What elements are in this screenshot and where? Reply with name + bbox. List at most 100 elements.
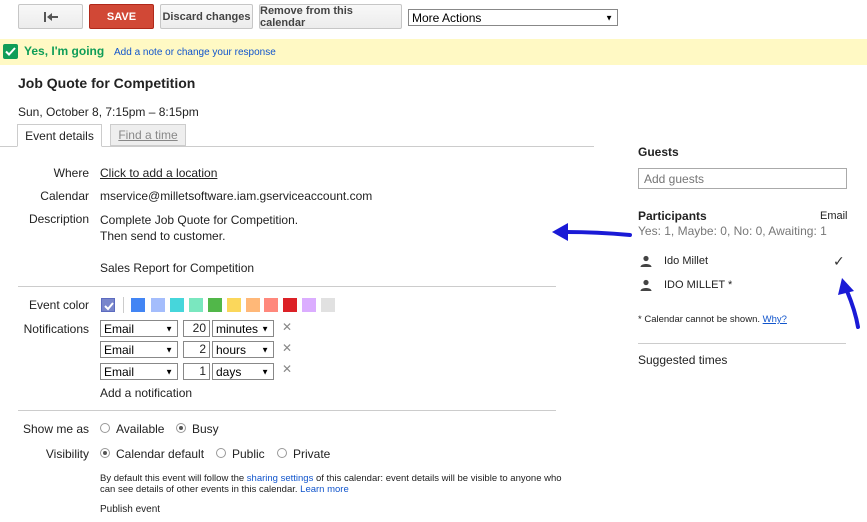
checkbox-checked-icon[interactable] xyxy=(3,44,18,59)
rsvp-status: Yes, I'm going xyxy=(24,44,105,58)
participants-summary: Yes: 1, Maybe: 0, No: 0, Awaiting: 1 xyxy=(638,224,827,238)
notification-3-unit[interactable]: days ▼ xyxy=(212,363,274,380)
participant-name: IDO MILLET * xyxy=(664,279,733,291)
add-notification-link[interactable]: Add a notification xyxy=(100,386,192,400)
description-label: Description xyxy=(28,212,89,226)
dropdown-arrow-icon: ▼ xyxy=(165,345,173,354)
color-swatch[interactable] xyxy=(170,298,184,312)
tab-event-details[interactable]: Event details xyxy=(17,124,102,147)
tab-find-a-time[interactable]: Find a time xyxy=(110,124,186,146)
annotation-arrow-icon xyxy=(552,223,632,241)
calendar-note-text: * Calendar cannot be shown. xyxy=(638,314,760,325)
notification-2-method[interactable]: Email ▼ xyxy=(100,341,178,358)
why-link[interactable]: Why? xyxy=(763,314,787,325)
back-arrow-icon xyxy=(43,11,58,22)
radio-private[interactable] xyxy=(277,448,287,458)
color-swatch[interactable] xyxy=(189,298,203,312)
private-label: Private xyxy=(293,447,331,461)
section-divider-2 xyxy=(18,410,556,411)
dropdown-arrow-icon: ▼ xyxy=(165,324,173,333)
annotation-arrow-icon xyxy=(838,278,860,329)
color-swatch[interactable] xyxy=(264,298,278,312)
radio-calendar-default[interactable] xyxy=(100,448,110,458)
available-label: Available xyxy=(116,422,165,436)
dropdown-arrow-icon: ▼ xyxy=(261,324,269,333)
more-actions-select[interactable]: More Actions ▼ xyxy=(408,9,618,26)
tab-event-details-label: Event details xyxy=(25,128,94,143)
notification-3-amount[interactable]: 1 xyxy=(183,363,210,380)
notification-3-unit-value: days xyxy=(216,364,242,379)
description-line-1: Complete Job Quote for Competition. xyxy=(100,213,299,227)
show-me-as-label: Show me as xyxy=(22,422,89,436)
person-icon xyxy=(640,255,652,267)
learn-more-link[interactable]: Learn more xyxy=(300,484,349,495)
description-line-4: Sales Report for Competition xyxy=(100,261,255,275)
dropdown-arrow-icon: ▼ xyxy=(605,13,613,22)
color-swatch[interactable] xyxy=(151,298,165,312)
notification-2-method-value: Email xyxy=(104,342,135,357)
event-color-label: Event color xyxy=(28,298,89,312)
rsvp-note-link[interactable]: Add a note or change your response xyxy=(114,47,276,58)
color-swatch[interactable] xyxy=(302,298,316,312)
tab-find-a-time-label: Find a time xyxy=(118,128,178,142)
more-actions-label: More Actions xyxy=(412,10,482,25)
visibility-note: By default this event will follow the sh… xyxy=(100,473,590,495)
suggested-times-link[interactable]: Suggested times xyxy=(638,353,727,367)
calendar-label: Calendar xyxy=(40,189,89,203)
color-swatch[interactable] xyxy=(283,298,297,312)
busy-label: Busy xyxy=(192,422,219,436)
participants-title: Participants xyxy=(638,209,707,223)
notification-1-method[interactable]: Email ▼ xyxy=(100,320,178,337)
notification-2-amount[interactable]: 2 xyxy=(183,341,210,358)
visibility-note-prefix: By default this event will follow the xyxy=(100,473,247,484)
person-icon xyxy=(640,279,652,291)
remove-from-calendar-button[interactable]: Remove from this calendar xyxy=(259,4,402,29)
add-location-link[interactable]: Click to add a location xyxy=(100,166,217,180)
event-title: Job Quote for Competition xyxy=(18,75,196,91)
radio-available[interactable] xyxy=(100,423,110,433)
notification-2-unit[interactable]: hours ▼ xyxy=(212,341,274,358)
back-button[interactable] xyxy=(18,4,83,29)
dropdown-arrow-icon: ▼ xyxy=(261,345,269,354)
dropdown-arrow-icon: ▼ xyxy=(165,367,173,376)
notification-1-unit[interactable]: minutes ▼ xyxy=(212,320,274,337)
dropdown-arrow-icon: ▼ xyxy=(261,367,269,376)
participant-status-check-icon: ✓ xyxy=(833,253,845,269)
notification-2-unit-value: hours xyxy=(216,342,247,357)
notification-1-amount[interactable]: 20 xyxy=(183,320,210,337)
where-label: Where xyxy=(53,166,89,180)
calendar-default-label: Calendar default xyxy=(116,447,205,461)
public-label: Public xyxy=(232,447,265,461)
color-swatch[interactable] xyxy=(321,298,335,312)
email-guests-link[interactable]: Email xyxy=(820,210,848,222)
add-guests-input[interactable] xyxy=(638,168,847,189)
calendar-note: * Calendar cannot be shown. Why? xyxy=(638,314,787,325)
sharing-settings-link[interactable]: sharing settings xyxy=(247,473,314,484)
save-button[interactable]: SAVE xyxy=(89,4,154,29)
remove-notification-2-icon[interactable]: ✕ xyxy=(282,341,292,355)
remove-notification-1-icon[interactable]: ✕ xyxy=(282,320,292,334)
publish-event-link[interactable]: Publish event xyxy=(100,504,160,515)
remove-notification-3-icon[interactable]: ✕ xyxy=(282,362,292,376)
visibility-note-suffix: of this calendar: event details will be … xyxy=(313,473,562,484)
notifications-label: Notifications xyxy=(23,322,89,336)
visibility-note-line2: can see details of other events in this … xyxy=(100,484,298,495)
radio-busy[interactable] xyxy=(176,423,186,433)
section-divider-1 xyxy=(18,286,556,287)
notification-3-method-value: Email xyxy=(104,364,135,379)
description-line-2: Then send to customer. xyxy=(100,229,226,243)
rsvp-bar: Yes, I'm going Add a note or change your… xyxy=(0,39,867,65)
color-swatch[interactable] xyxy=(131,298,145,312)
color-swatch[interactable] xyxy=(246,298,260,312)
discard-changes-button[interactable]: Discard changes xyxy=(160,4,253,29)
color-swatch[interactable] xyxy=(227,298,241,312)
color-swatch[interactable] xyxy=(208,298,222,312)
notification-3-method[interactable]: Email ▼ xyxy=(100,363,178,380)
event-datetime: Sun, October 8, 7:15pm – 8:15pm xyxy=(18,105,199,119)
visibility-label: Visibility xyxy=(45,447,89,461)
color-swatch-selected[interactable] xyxy=(101,298,115,312)
swatch-separator xyxy=(123,297,124,313)
radio-public[interactable] xyxy=(216,448,226,458)
calendar-value: mservice@milletsoftware.iam.gserviceacco… xyxy=(100,189,373,203)
right-divider xyxy=(638,343,846,344)
